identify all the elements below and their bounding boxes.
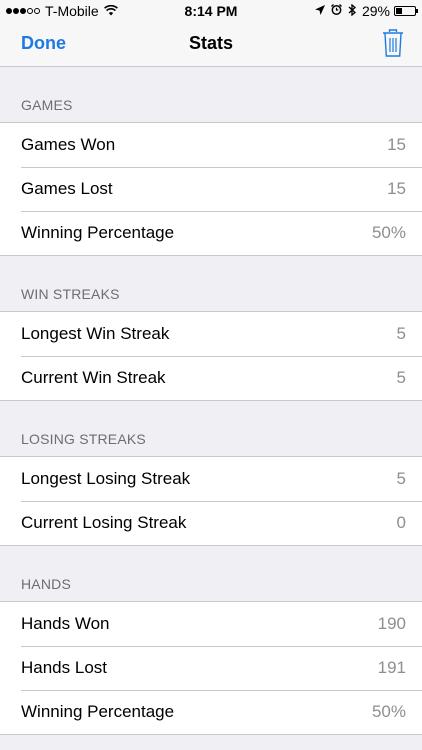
row-label: Hands Won bbox=[21, 614, 110, 633]
navigation-bar: Done Stats bbox=[0, 22, 422, 67]
section-hands: Hands Won 190 Hands Lost 191 Winning Per… bbox=[0, 601, 422, 735]
row-label: Games Lost bbox=[21, 179, 113, 198]
table-row: Current Losing Streak 0 bbox=[0, 501, 422, 545]
table-row: Hands Won 190 bbox=[0, 602, 422, 646]
bluetooth-icon bbox=[348, 3, 356, 19]
table-row: Hands Lost 191 bbox=[0, 646, 422, 690]
row-label: Hands Lost bbox=[21, 658, 107, 677]
row-value: 190 bbox=[377, 614, 406, 633]
section-header-win-streaks: WIN STREAKS bbox=[21, 286, 120, 302]
battery-fill bbox=[396, 8, 402, 14]
row-value: 191 bbox=[377, 658, 406, 677]
row-label: Longest Losing Streak bbox=[21, 469, 191, 488]
row-value: 0 bbox=[396, 513, 406, 532]
row-value: 15 bbox=[387, 135, 406, 154]
table-row: Winning Percentage 50% bbox=[0, 690, 422, 734]
table-row: Winning Percentage 50% bbox=[0, 211, 422, 255]
table-row: Current Win Streak 5 bbox=[0, 356, 422, 400]
section-header-games: GAMES bbox=[21, 97, 73, 113]
stats-list: GAMES Games Won 15 Games Lost 15 Winning… bbox=[0, 67, 422, 735]
row-value: 15 bbox=[387, 179, 406, 198]
section-losing-streaks: Longest Losing Streak 5 Current Losing S… bbox=[0, 456, 422, 546]
row-label: Current Win Streak bbox=[21, 368, 166, 387]
row-label: Winning Percentage bbox=[21, 223, 175, 242]
status-bar-right: 29% bbox=[314, 3, 418, 19]
page-title: Stats bbox=[188, 33, 233, 53]
row-label: Games Won bbox=[21, 135, 116, 154]
row-label: Current Losing Streak bbox=[21, 513, 187, 532]
battery-icon bbox=[394, 6, 418, 16]
trash-icon[interactable] bbox=[382, 29, 404, 62]
row-label: Longest Win Streak bbox=[21, 324, 170, 343]
section-header-hands: HANDS bbox=[21, 576, 72, 592]
table-row: Longest Win Streak 5 bbox=[0, 312, 422, 356]
row-value: 5 bbox=[396, 469, 406, 488]
location-arrow-icon bbox=[314, 4, 325, 18]
status-bar: T-Mobile 8:14 PM 29% bbox=[0, 0, 422, 22]
row-value: 50% bbox=[371, 223, 406, 242]
table-row: Games Won 15 bbox=[0, 123, 422, 167]
section-games: Games Won 15 Games Lost 15 Winning Perce… bbox=[0, 122, 422, 256]
alarm-clock-icon bbox=[331, 4, 342, 18]
section-header-losing-streaks: LOSING STREAKS bbox=[21, 431, 146, 447]
table-row: Longest Losing Streak 5 bbox=[0, 457, 422, 501]
table-row: Games Lost 15 bbox=[0, 167, 422, 211]
battery-percent: 29% bbox=[361, 3, 390, 19]
section-win-streaks: Longest Win Streak 5 Current Win Streak … bbox=[0, 311, 422, 401]
row-value: 50% bbox=[371, 702, 406, 721]
row-label: Winning Percentage bbox=[21, 702, 175, 721]
row-value: 5 bbox=[396, 368, 406, 387]
row-value: 5 bbox=[396, 324, 406, 343]
